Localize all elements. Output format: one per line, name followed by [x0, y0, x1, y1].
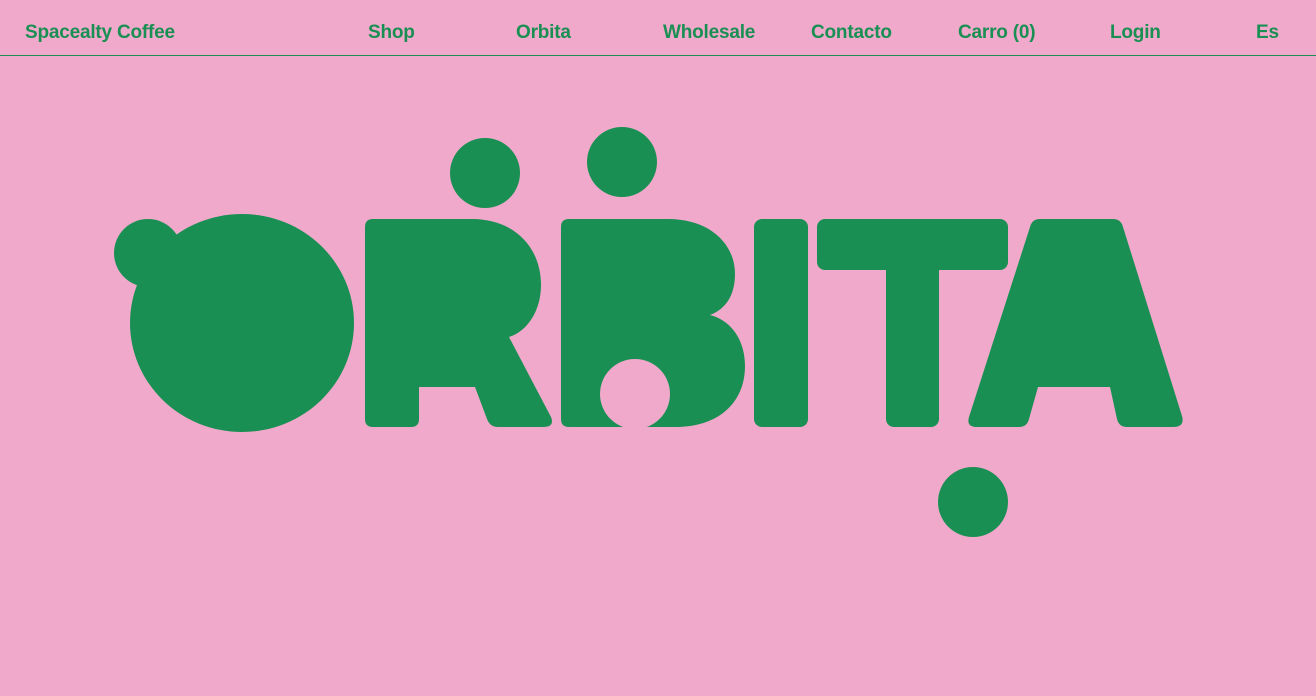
orbit-hole-b: [600, 359, 670, 429]
letter-i-shape: [754, 219, 808, 427]
orbit-dot-o: [114, 219, 182, 287]
letter-r-shape: [365, 219, 552, 427]
orbit-dot-r: [450, 138, 520, 208]
orbit-dot-b: [587, 127, 657, 197]
letter-t-stem: [886, 262, 939, 427]
page: Spacealty Coffee Shop Orbita Wholesale C…: [0, 0, 1316, 696]
orbita-hero-logo: [114, 127, 1183, 537]
orbit-dot-a: [938, 467, 1008, 537]
orbita-logo-letters: [114, 127, 1183, 537]
